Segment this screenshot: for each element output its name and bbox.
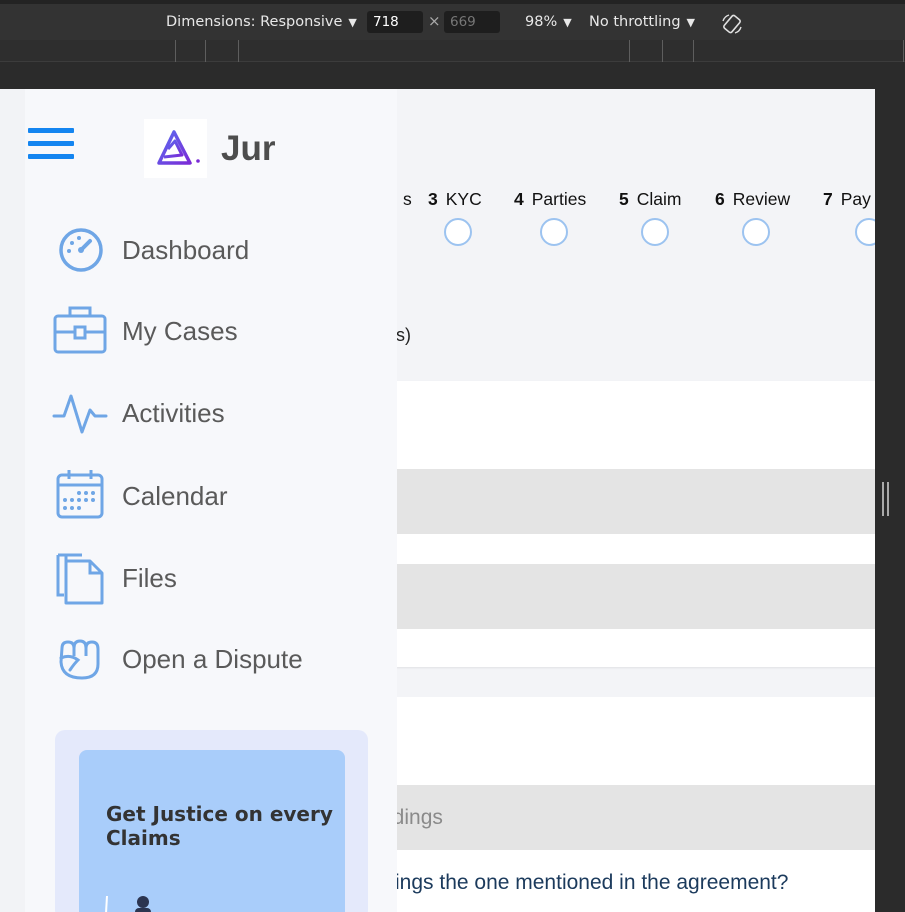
nav-item-my-cases[interactable]: My Cases <box>52 302 372 358</box>
nav-item-open-dispute[interactable]: Open a Dispute <box>52 630 372 686</box>
files-icon <box>56 553 104 605</box>
step-3[interactable]: 3 KYC <box>428 189 482 210</box>
nav-label: My Cases <box>122 316 238 346</box>
throttling-dropdown[interactable]: No throttling ▼ <box>589 11 695 33</box>
chevron-down-icon: ▼ <box>348 16 357 29</box>
brand-name: Jur <box>221 129 276 168</box>
nav-item-activities[interactable]: Activities <box>52 384 372 440</box>
width-input[interactable]: 718 <box>367 11 423 33</box>
times-separator: × <box>428 12 441 30</box>
step-5-indicator <box>641 218 669 246</box>
step-4[interactable]: 4 Parties <box>514 189 586 210</box>
calendar-icon <box>56 470 104 519</box>
nav-label: Files <box>122 563 177 593</box>
nav-item-calendar[interactable]: Calendar <box>52 467 372 523</box>
step-3-indicator <box>444 218 472 246</box>
dimensions-label: Dimensions: Responsive <box>166 14 343 30</box>
chevron-down-icon: ▼ <box>563 16 572 29</box>
media-query-bar <box>0 40 905 62</box>
step-2[interactable]: s <box>395 189 412 210</box>
promo-banner[interactable]: Get Justice on every Claims <box>79 750 345 912</box>
chevron-down-icon: ▼ <box>686 16 696 29</box>
step-7-indicator <box>855 218 875 246</box>
section-label: s) <box>396 325 411 345</box>
jur-logo[interactable] <box>144 119 207 178</box>
jur-logo-icon <box>157 130 200 165</box>
activity-pulse-icon <box>52 394 108 434</box>
dimensions-dropdown[interactable]: Dimensions: Responsive ▼ <box>166 11 357 33</box>
device-toolbar: Dimensions: Responsive ▼ 718 × 669 98% ▼ N… <box>0 0 905 40</box>
step-7[interactable]: 7 Pay <box>823 189 871 210</box>
height-input[interactable]: 669 <box>444 11 500 33</box>
nav-item-dashboard[interactable]: Dashboard <box>52 221 372 277</box>
briefcase-icon <box>53 306 107 354</box>
rotate-device-icon[interactable] <box>721 13 743 35</box>
step-4-indicator <box>540 218 568 246</box>
promo-card: Get Justice on every Claims <box>55 730 368 912</box>
zoom-dropdown[interactable]: 98% ▼ <box>525 11 572 33</box>
zoom-value: 98% <box>525 14 558 30</box>
agreement-question: ings the one mentioned in the agreement? <box>395 871 789 894</box>
nav-label: Dashboard <box>122 235 250 265</box>
dashboard-gauge-icon <box>59 228 103 272</box>
form-input-1[interactable] <box>396 469 875 534</box>
nav-item-files[interactable]: Files <box>52 549 372 605</box>
promo-text: Get Justice on every Claims <box>106 802 333 850</box>
menu-icon[interactable] <box>28 128 74 162</box>
proceedings-input[interactable] <box>396 785 875 850</box>
promo-illustration <box>105 895 151 912</box>
step-5[interactable]: 5 Claim <box>619 189 681 210</box>
nav-label: Activities <box>122 398 225 428</box>
step-6[interactable]: 6 Review <box>715 189 790 210</box>
fist-icon <box>59 639 100 680</box>
throttling-value: No throttling <box>589 14 681 30</box>
nav-label: Calendar <box>122 481 228 511</box>
viewport-resize-handle[interactable] <box>881 482 891 516</box>
nav-label: Open a Dispute <box>122 644 303 674</box>
step-6-indicator <box>742 218 770 246</box>
form-input-2[interactable] <box>396 564 875 629</box>
page-viewport: s 3 KYC 4 Parties 5 Claim 6 Review 7 Pay s) e… <box>0 89 875 912</box>
